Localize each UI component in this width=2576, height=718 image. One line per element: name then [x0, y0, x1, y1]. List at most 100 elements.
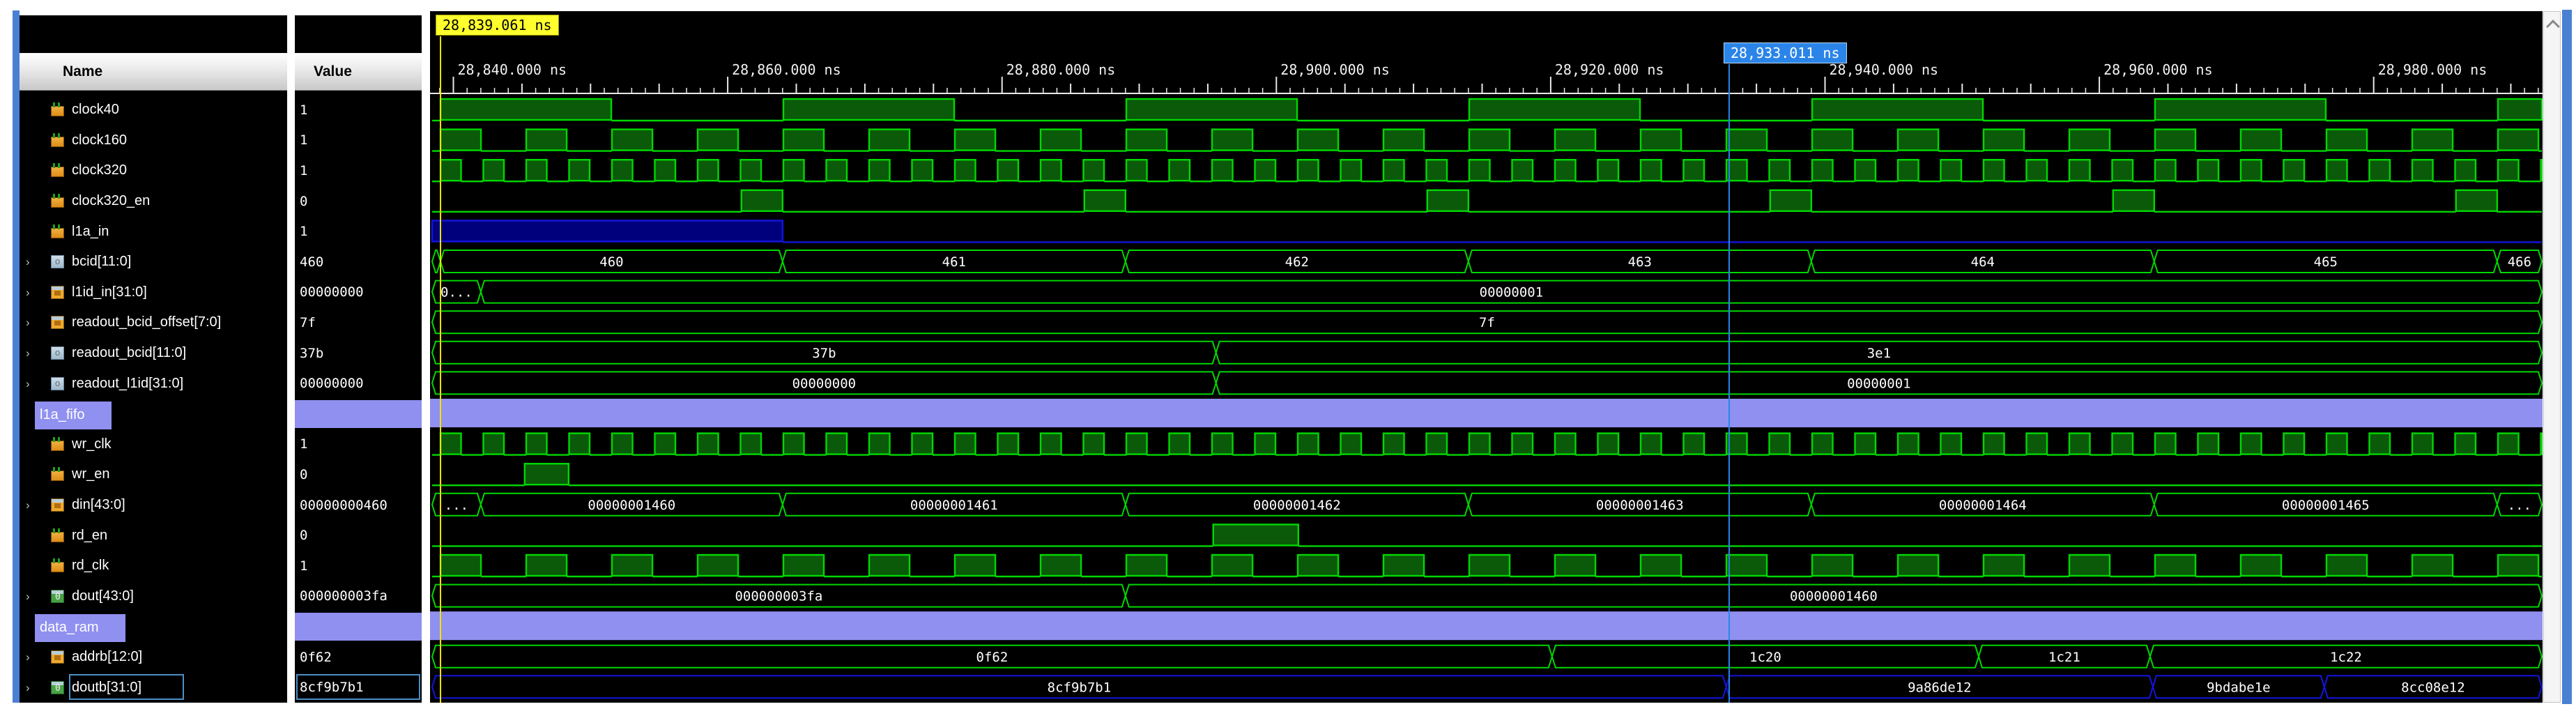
wave-high-wr_clk — [1855, 434, 1876, 455]
bus-segment-bcid[11:0] — [432, 250, 440, 273]
divider-band-l1a_fifo — [430, 399, 2543, 427]
wave-high-clock160 — [2412, 130, 2453, 151]
signal-row-clock320_en[interactable]: clock320_en — [20, 186, 287, 217]
divider-label-data_ram[interactable]: data_ram — [35, 614, 125, 642]
axis-tick-label: 28,880.000 ns — [1006, 61, 1116, 78]
signal-value-row-readout_l1id[31:0][interactable]: 00000000 — [295, 368, 422, 399]
signal-name-label: din[43:0] — [72, 497, 125, 513]
signal-row-clock160[interactable]: clock160 — [20, 125, 287, 156]
signal-value-row-readout_bcid_offset[7:0][interactable]: 7f — [295, 307, 422, 338]
wave-high-wr_clk — [2455, 434, 2476, 455]
bus-value-label: 8cc08e12 — [2401, 680, 2465, 695]
bus-value-label: 461 — [942, 254, 966, 270]
bus-out-icon — [51, 590, 64, 603]
wave-high-wr_clk — [2155, 434, 2176, 455]
signal-row-l1a_fifo[interactable]: l1a_fifo — [20, 399, 287, 429]
signal-value-row-dout[43:0][interactable]: 000000003fa — [295, 581, 422, 612]
waveform-canvas[interactable]: 28,840.000 ns28,860.000 ns28,880.000 ns2… — [430, 11, 2543, 703]
value-column-header[interactable]: Value — [295, 53, 422, 91]
expand-chevron-icon[interactable]: › — [26, 590, 36, 602]
signal-row-clock320[interactable]: clock320 — [20, 155, 287, 186]
expand-chevron-icon[interactable]: › — [26, 378, 36, 390]
signal-row-wr_en[interactable]: wr_en — [20, 459, 287, 490]
expand-chevron-icon[interactable]: › — [26, 682, 36, 694]
signal-row-l1id_in[31:0][interactable]: ›l1id_in[31:0] — [20, 277, 287, 308]
main-cursor-time-label[interactable]: 28,839.061 ns — [436, 15, 559, 36]
wave-high-rd_clk — [1469, 555, 1510, 576]
signal-value-text: 1 — [300, 132, 307, 148]
waveform-viewer-window: clock40 clock160 clock320clock320_en l1a_in… — [0, 0, 2576, 718]
wave-high-clock320 — [2326, 160, 2347, 181]
wave-high-rd_clk — [1984, 555, 2024, 576]
signal-value-row-doutb[31:0][interactable]: 8cf9b7b1 — [295, 672, 422, 703]
signal-row-readout_bcid[11:0][interactable]: ›readout_bcid[11:0] — [20, 338, 287, 369]
signal-row-readout_bcid_offset[7:0][interactable]: ›readout_bcid_offset[7:0] — [20, 307, 287, 338]
signal-value-row-clock40[interactable]: 1 — [295, 95, 422, 125]
bus-value-label: 00000001465 — [2282, 498, 2370, 513]
waveform-area[interactable]: 28,840.000 ns28,860.000 ns28,880.000 ns2… — [430, 11, 2543, 703]
signal-value-row-l1id_in[31:0][interactable]: 00000000 — [295, 277, 422, 308]
wave-high-wr_clk — [2027, 434, 2048, 455]
expand-chevron-icon[interactable]: › — [26, 287, 36, 298]
signal-value-text: 0 — [300, 528, 307, 543]
wave-high-wr_clk — [1298, 434, 1319, 455]
expand-chevron-icon[interactable]: › — [26, 651, 36, 663]
signal-value-row-wr_en[interactable]: 0 — [295, 459, 422, 490]
signal-row-bcid[11:0][interactable]: ›bcid[11:0] — [20, 247, 287, 277]
marker-time-label[interactable]: 28,933.011 ns — [1724, 43, 1847, 63]
signal-row-addrb[12:0][interactable]: ›addrb[12:0] — [20, 642, 287, 673]
signal-row-readout_l1id[31:0][interactable]: ›readout_l1id[31:0] — [20, 368, 287, 399]
wave-high-clock320 — [2284, 160, 2305, 181]
signal-value-row-bcid[11:0][interactable]: 460 — [295, 247, 422, 277]
signal-row-l1a_in[interactable]: l1a_in — [20, 216, 287, 247]
signal-row-wr_clk[interactable]: wr_clk — [20, 429, 287, 460]
signal-row-din[43:0][interactable]: › din[43:0] — [20, 490, 287, 521]
signal-row-data_ram[interactable]: data_ram — [20, 611, 287, 642]
wave-high-clock160 — [1898, 130, 1938, 151]
wave-high-clock160 — [2498, 130, 2538, 151]
name-column-header[interactable]: Name — [20, 53, 287, 91]
bus-value-label: 1c20 — [1749, 650, 1781, 665]
signal-row-clock40[interactable]: clock40 — [20, 95, 287, 125]
signal-value-row-clock320_en[interactable]: 0 — [295, 186, 422, 217]
wave-high-clock320 — [1684, 160, 1705, 181]
signal-name-label: clock160 — [72, 132, 127, 148]
signal-value-row-din[43:0][interactable]: 00000000460 — [295, 490, 422, 521]
bus-value-label: 00000001460 — [1790, 589, 1878, 604]
vertical-scrollbar[interactable] — [2543, 11, 2561, 703]
expand-chevron-icon[interactable]: › — [26, 499, 36, 511]
expand-chevron-icon[interactable]: › — [26, 316, 36, 328]
signal-value-row-rd_clk[interactable]: 1 — [295, 551, 422, 581]
wave-high-wr_clk — [526, 434, 547, 455]
wave-high-wr_clk — [912, 434, 933, 455]
signal-name-label: l1a_in — [72, 224, 109, 240]
wave-high-rd_clk — [2241, 555, 2281, 576]
wave-high-wr_clk — [1469, 434, 1490, 455]
wave-high-clock40 — [783, 99, 954, 120]
signal-row-rd_en[interactable]: rd_en — [20, 520, 287, 551]
wave-high-wr_clk — [1212, 434, 1233, 455]
signal-value-row-addrb[12:0][interactable]: 0f62 — [295, 642, 422, 673]
wave-high-l1a_in — [432, 220, 783, 241]
signal-value-row-wr_clk[interactable]: 1 — [295, 429, 422, 460]
wave-high-rd_clk — [1641, 555, 1681, 576]
signal-row-dout[43:0][interactable]: ›dout[43:0] — [20, 581, 287, 612]
scroll-up-icon[interactable] — [2546, 20, 2560, 33]
signal-name-panel: clock40 clock160 clock320clock320_en l1a_in… — [20, 15, 287, 703]
bus-value-label: 37b — [812, 346, 836, 361]
divider-label-l1a_fifo[interactable]: l1a_fifo — [35, 402, 112, 429]
signal-row-doutb[31:0][interactable]: ›doutb[31:0] — [20, 672, 287, 703]
signal-value-row-readout_bcid[11:0][interactable]: 37b — [295, 338, 422, 369]
signal-value-row-clock160[interactable]: 1 — [295, 125, 422, 156]
signal-value-row-l1a_in[interactable]: 1 — [295, 216, 422, 247]
expand-chevron-icon[interactable]: › — [26, 347, 36, 359]
signal-name-label: rd_en — [72, 528, 107, 544]
signal-value-row-clock320[interactable]: 1 — [295, 155, 422, 186]
signal-row-rd_clk[interactable]: rd_clk — [20, 551, 287, 581]
wave-high-clock160 — [2326, 130, 2367, 151]
expand-chevron-icon[interactable]: › — [26, 256, 36, 268]
wave-high-clock160 — [612, 130, 652, 151]
signal-value-row-rd_en[interactable]: 0 — [295, 520, 422, 551]
wave-high-wr_clk — [569, 434, 590, 455]
wave-high-wr_clk — [1598, 434, 1619, 455]
